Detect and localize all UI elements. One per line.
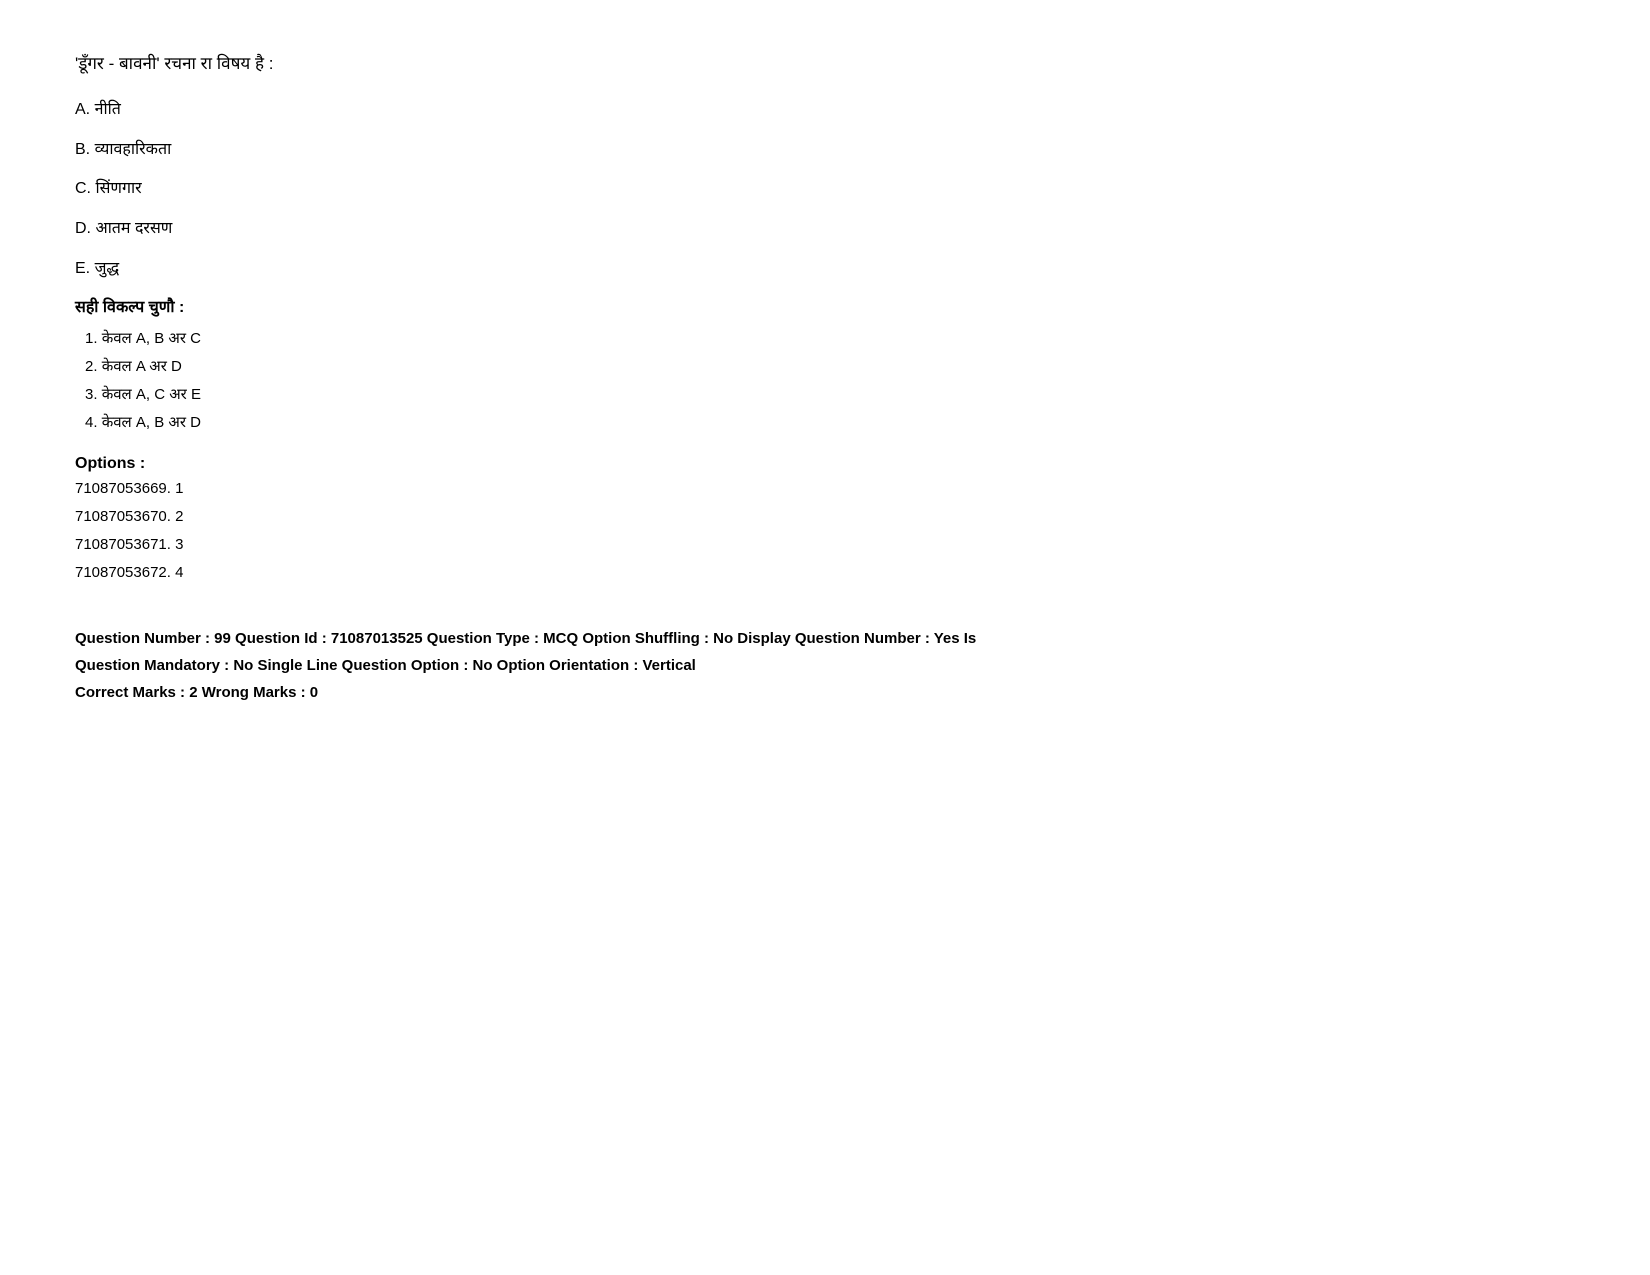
choice-3-text: केवल A, C अर E [102,386,201,403]
option-e-label: E. [75,260,95,277]
options-section: Options : 71087053669. 1 71087053670. 2 … [75,455,1575,585]
option-e-text: जुद्ध [95,260,120,277]
option-code-4: 71087053672. 4 [75,561,1575,585]
option-code-2-code: 71087053670. [75,508,171,525]
choice-2-num: 2. [85,358,102,375]
option-d-text: आतम दरसण [95,220,172,237]
choice-4-num: 4. [85,414,102,431]
choice-3-num: 3. [85,386,102,403]
choice-3: 3. केवल A, C अर E [75,383,1575,407]
metadata-section: Question Number : 99 Question Id : 71087… [75,615,1575,706]
option-code-1: 71087053669. 1 [75,477,1575,501]
choice-4: 4. केवल A, B अर D [75,411,1575,435]
option-e: E. जुद्ध [75,256,1575,282]
choice-4-text: केवल A, B अर D [102,414,201,431]
option-b: B. व्यावहारिकता [75,137,1575,163]
option-code-1-code: 71087053669. [75,480,171,497]
option-a: A. नीति [75,97,1575,123]
option-c-text: सिंणगार [95,180,141,197]
option-a-label: A. [75,101,95,118]
option-code-2: 71087053670. 2 [75,505,1575,529]
metadata-line-3: Correct Marks : 2 Wrong Marks : 0 [75,679,1575,706]
option-code-3-code: 71087053671. [75,536,171,553]
option-b-label: B. [75,141,95,158]
options-list: A. नीति B. व्यावहारिकता C. सिंणगार D. आत… [75,97,1575,281]
option-a-text: नीति [95,101,121,118]
question-container: 'डूँगर - बावनी' रचना रा विषय है : A. नीत… [75,50,1575,706]
option-d-label: D. [75,220,95,237]
option-code-3: 71087053671. 3 [75,533,1575,557]
choice-2: 2. केवल A अर D [75,355,1575,379]
options-section-label: Options : [75,455,1575,473]
choices-list: 1. केवल A, B अर C 2. केवल A अर D 3. केवल… [75,327,1575,435]
option-code-4-value: 4 [175,564,183,581]
metadata-line-2: Question Mandatory : No Single Line Ques… [75,652,1575,679]
choice-1: 1. केवल A, B अर C [75,327,1575,351]
option-c: C. सिंणगार [75,176,1575,202]
select-prompt: सही विकल्प चुणौ : [75,295,1575,317]
option-code-4-code: 71087053672. [75,564,171,581]
option-code-2-value: 2 [175,508,183,525]
question-text: 'डूँगर - बावनी' रचना रा विषय है : [75,50,1575,77]
choice-1-text: केवल A, B अर C [102,330,201,347]
choice-2-text: केवल A अर D [102,358,182,375]
option-code-3-value: 3 [175,536,183,553]
option-b-text: व्यावहारिकता [95,141,172,158]
choice-1-num: 1. [85,330,102,347]
option-code-1-value: 1 [175,480,183,497]
option-d: D. आतम दरसण [75,216,1575,242]
option-c-label: C. [75,180,95,197]
metadata-line-1: Question Number : 99 Question Id : 71087… [75,625,1575,652]
